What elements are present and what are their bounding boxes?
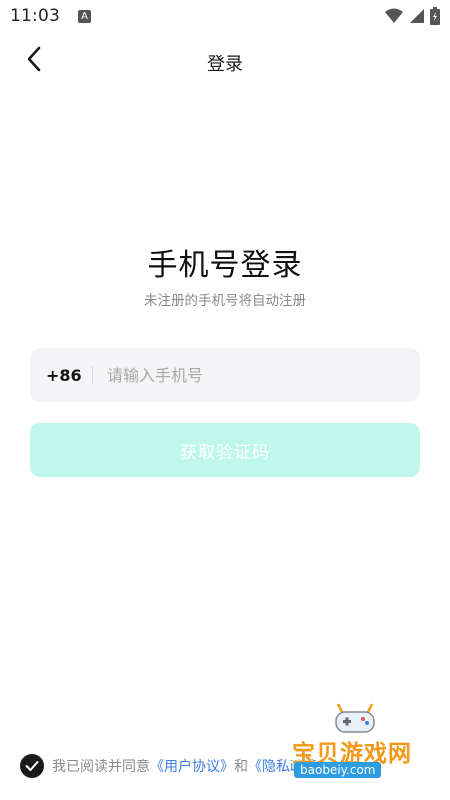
- watermark-url: baobeiy.com: [294, 762, 382, 778]
- login-heading: 手机号登录: [147, 248, 303, 283]
- country-code-selector[interactable]: +86: [46, 366, 86, 385]
- phone-field: +86: [30, 348, 420, 402]
- field-divider: [92, 366, 93, 384]
- agreement-prefix: 我已阅读并同意: [52, 759, 150, 775]
- watermark: 宝贝游戏网 baobeiy.com: [292, 700, 422, 790]
- notification-icon: A: [78, 9, 91, 23]
- agreement-text: 我已阅读并同意《用户协议》和《隐私政策》: [52, 756, 332, 776]
- get-code-button[interactable]: 获取验证码: [30, 423, 420, 477]
- login-subheading: 未注册的手机号将自动注册: [144, 293, 306, 309]
- agreement-row: 我已阅读并同意《用户协议》和《隐私政策》: [20, 754, 332, 778]
- status-bar: 11:03 A: [0, 0, 450, 32]
- agreement-checkbox[interactable]: [20, 754, 44, 778]
- phone-input[interactable]: [107, 365, 387, 385]
- page-title: 登录: [207, 54, 243, 75]
- agreement-conjunction: 和: [234, 759, 248, 775]
- status-time: 11:03: [10, 6, 60, 26]
- check-icon: [25, 757, 39, 776]
- status-icons: [385, 7, 440, 29]
- user-agreement-link[interactable]: 《用户协议》: [150, 759, 234, 775]
- battery-icon: [430, 7, 440, 29]
- nav-bar: 登录: [0, 38, 450, 84]
- wifi-icon: [385, 8, 403, 28]
- signal-icon: [409, 8, 424, 28]
